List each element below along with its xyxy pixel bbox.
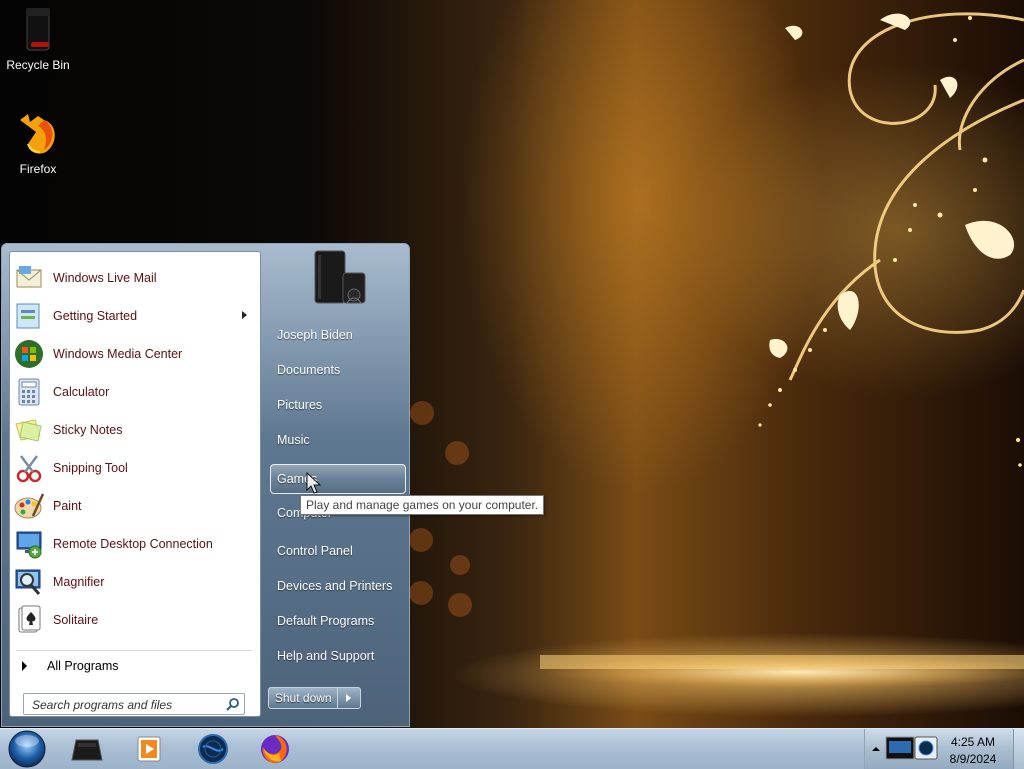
shutdown-button[interactable]: Shut down xyxy=(268,687,361,709)
program-remote-desktop-connection[interactable]: Remote Desktop Connection xyxy=(13,526,257,562)
submenu-arrow-icon[interactable] xyxy=(242,311,247,319)
search-icon[interactable] xyxy=(226,697,240,711)
search-input[interactable] xyxy=(30,695,224,715)
start-link-user[interactable]: Joseph Biden xyxy=(270,320,406,350)
start-menu-programs-pane: Windows Live Mail Getting Started Window… xyxy=(9,251,261,717)
sticky-notes-icon xyxy=(15,419,42,442)
program-magnifier[interactable]: Magnifier xyxy=(13,564,257,600)
start-link-pictures[interactable]: Pictures xyxy=(270,390,406,420)
all-programs-label: All Programs xyxy=(47,659,119,673)
program-label: Sticky Notes xyxy=(53,423,123,437)
shutdown-label[interactable]: Shut down xyxy=(269,688,337,708)
start-link-help-and-support[interactable]: Help and Support xyxy=(270,641,406,671)
clock-time[interactable]: 4:25 AM xyxy=(940,735,1006,749)
mail-icon xyxy=(16,266,42,288)
taskbar-firefox[interactable] xyxy=(252,729,298,769)
program-label: Windows Live Mail xyxy=(53,271,157,285)
program-label: Magnifier xyxy=(53,575,105,589)
taskbar-media-player[interactable] xyxy=(126,729,172,769)
magnifier-icon xyxy=(15,569,41,595)
clock-date[interactable]: 8/9/2024 xyxy=(940,752,1006,766)
taskbar-globe[interactable] xyxy=(190,729,236,769)
scissors-icon xyxy=(16,455,42,483)
shutdown-options-button[interactable] xyxy=(337,688,360,708)
start-link-documents[interactable]: Documents xyxy=(270,355,406,385)
show-desktop-button[interactable] xyxy=(1013,729,1024,769)
media-player-icon xyxy=(137,736,161,762)
remote-desktop-icon xyxy=(16,531,42,559)
start-menu: Windows Live Mail Getting Started Window… xyxy=(1,243,410,727)
program-windows-media-center[interactable]: Windows Media Center xyxy=(13,336,257,372)
program-label: Getting Started xyxy=(53,309,138,323)
program-solitaire[interactable]: Solitaire xyxy=(13,602,257,638)
arrow-right-icon xyxy=(346,694,352,702)
desktop-icon-label: Firefox xyxy=(19,162,57,176)
program-label: Snipping Tool xyxy=(53,461,128,475)
program-getting-started[interactable]: Getting Started xyxy=(13,298,257,334)
program-label: Windows Media Center xyxy=(53,347,183,361)
start-link-music[interactable]: Music xyxy=(270,425,406,455)
taskbar: 4:25 AM 8/9/2024 xyxy=(0,728,1024,769)
show-hidden-icons-icon[interactable] xyxy=(871,744,881,754)
desktop-icon-label: Recycle Bin xyxy=(6,58,70,72)
all-programs-divider xyxy=(16,650,252,651)
program-label: Remote Desktop Connection xyxy=(53,537,213,551)
recycle-bin-icon xyxy=(26,8,50,51)
getting-started-icon xyxy=(16,303,40,329)
start-link-default-programs[interactable]: Default Programs xyxy=(270,606,406,636)
globe-icon xyxy=(198,734,228,764)
media-center-icon xyxy=(15,340,43,368)
program-snipping-tool[interactable]: Snipping Tool xyxy=(13,450,257,486)
desktop-icon-firefox[interactable]: Firefox xyxy=(0,110,76,176)
program-sticky-notes[interactable]: Sticky Notes xyxy=(13,412,257,448)
start-link-games[interactable]: Games xyxy=(270,464,406,494)
solitaire-icon xyxy=(18,605,41,633)
firefox-icon xyxy=(261,735,289,763)
start-link-devices-and-printers[interactable]: Devices and Printers xyxy=(270,571,406,601)
program-label: Solitaire xyxy=(53,613,99,627)
start-orb-button[interactable] xyxy=(5,729,49,769)
program-label: Calculator xyxy=(53,385,110,399)
taskbar-terminal[interactable] xyxy=(64,729,110,769)
start-link-control-panel[interactable]: Control Panel xyxy=(270,536,406,566)
program-paint[interactable]: Paint xyxy=(13,488,257,524)
program-label: Paint xyxy=(53,499,82,513)
calculator-icon xyxy=(18,378,40,406)
game-console-icon xyxy=(314,250,366,304)
terminal-icon xyxy=(71,739,103,761)
paint-palette-icon xyxy=(14,493,45,519)
program-windows-live-mail[interactable]: Windows Live Mail xyxy=(13,260,257,296)
mouse-cursor-icon xyxy=(306,472,322,494)
firefox-icon xyxy=(20,114,55,154)
arrow-right-icon xyxy=(22,661,27,671)
network-display-icon[interactable] xyxy=(885,734,939,764)
search-box[interactable] xyxy=(23,693,245,715)
games-tooltip: Play and manage games on your computer. xyxy=(300,495,545,515)
program-calculator[interactable]: Calculator xyxy=(13,374,257,410)
all-programs-button[interactable]: All Programs xyxy=(13,654,259,678)
desktop-icon-recycle-bin[interactable]: Recycle Bin xyxy=(0,6,76,72)
